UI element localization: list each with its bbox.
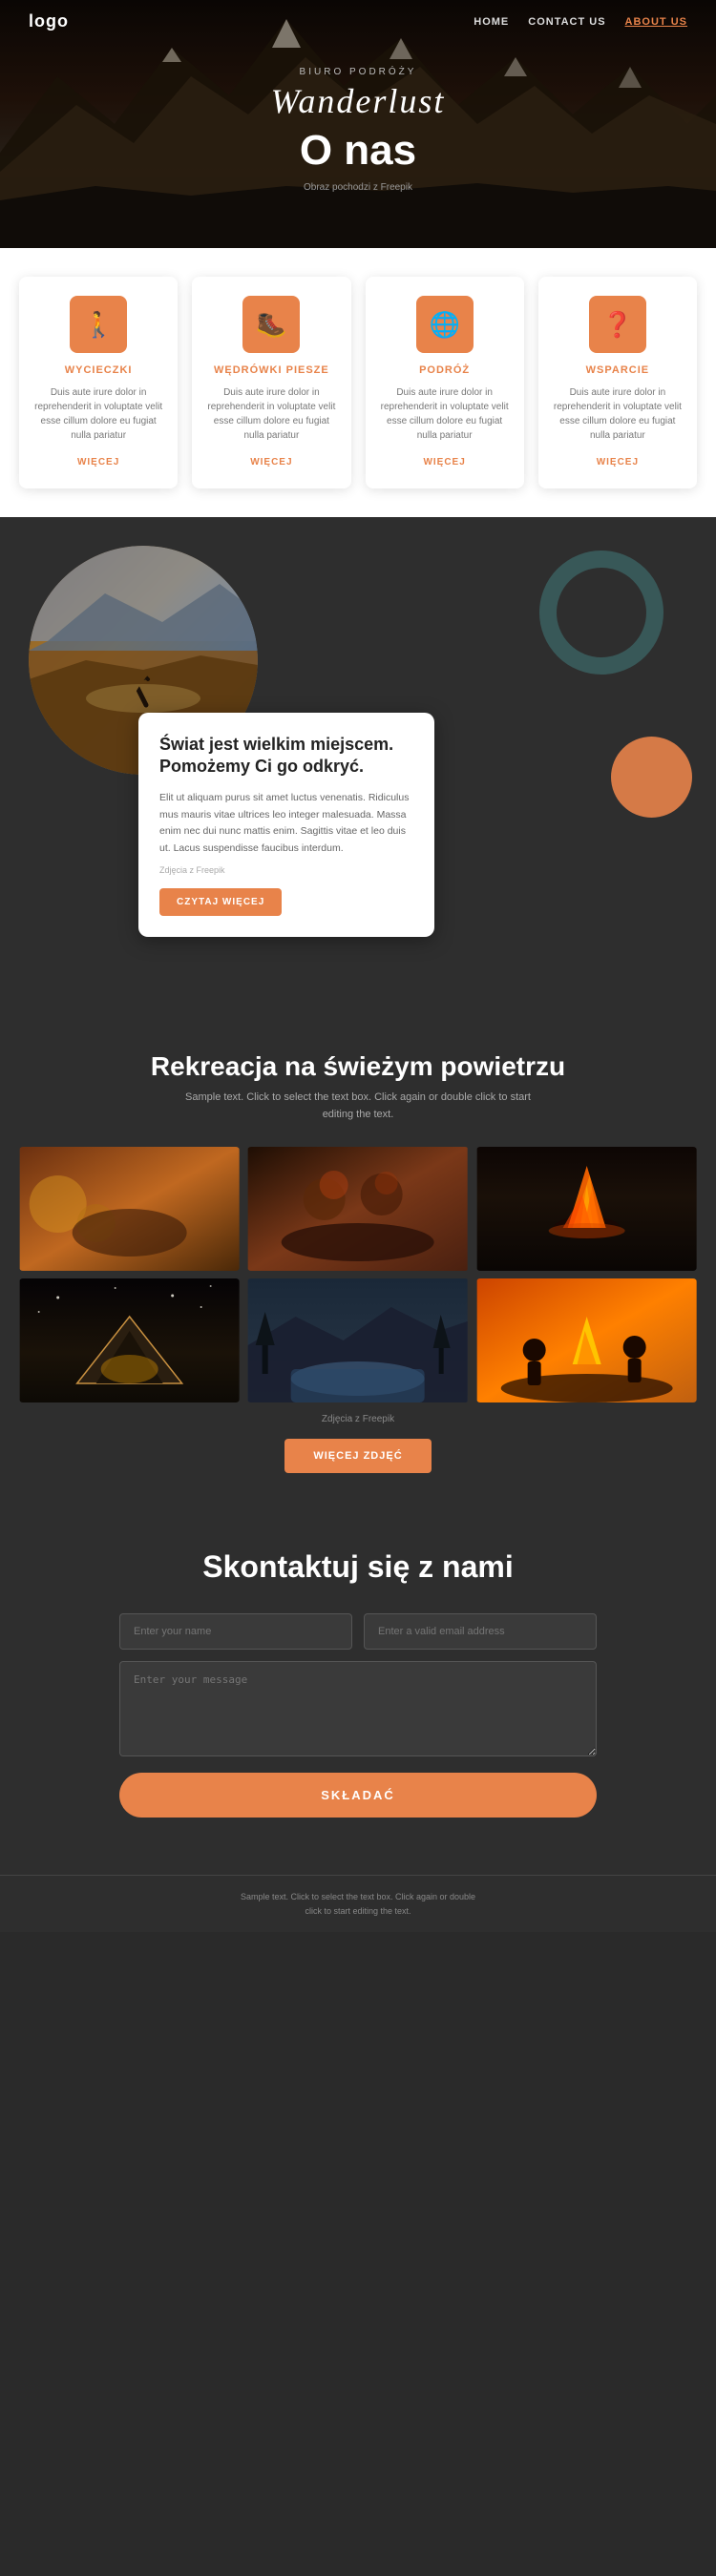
gallery-item[interactable] bbox=[247, 1147, 468, 1271]
about-read-more-btn[interactable]: CZYTAJ WIĘCEJ bbox=[159, 888, 282, 916]
gallery-item[interactable] bbox=[19, 1278, 240, 1402]
nav-logo: logo bbox=[29, 11, 69, 31]
about-card: Świat jest wielkim miejscem. Pomożemy Ci… bbox=[138, 713, 434, 937]
about-section: Świat jest wielkim miejscem. Pomożemy Ci… bbox=[0, 517, 716, 1004]
card-icon-3: ❓ bbox=[602, 310, 633, 340]
card-0: 🚶 WYCIECZKI Duis aute irure dolor in rep… bbox=[19, 277, 178, 488]
card-text-1: Duis aute irure dolor in reprehenderit i… bbox=[206, 385, 336, 443]
card-1: 🥾 WĘDRÓWKI PIESZE Duis aute irure dolor … bbox=[192, 277, 350, 488]
card-icon-2: 🌐 bbox=[429, 310, 459, 340]
card-title-2: PODRÓŻ bbox=[380, 364, 510, 376]
gallery-title: Rekreacja na świeżym powietrzu bbox=[19, 1051, 697, 1082]
gallery-item[interactable] bbox=[476, 1147, 697, 1271]
gallery-item[interactable] bbox=[476, 1278, 697, 1402]
about-credit: Zdjęcia z Freepik bbox=[159, 865, 413, 875]
footer: Sample text. Click to select the text bo… bbox=[0, 1875, 716, 1932]
card-2: 🌐 PODRÓŻ Duis aute irure dolor in repreh… bbox=[366, 277, 524, 488]
contact-name-input[interactable] bbox=[119, 1613, 352, 1650]
gallery-more-btn[interactable]: WIĘCEJ ZDJĘĆ bbox=[284, 1439, 431, 1473]
about-card-title: Świat jest wielkim miejscem. Pomożemy Ci… bbox=[159, 734, 413, 779]
card-title-0: WYCIECZKI bbox=[33, 364, 163, 376]
gallery-section: Rekreacja na świeżym powietrzu Sample te… bbox=[0, 1004, 716, 1502]
contact-message-input[interactable] bbox=[119, 1661, 597, 1756]
footer-text: Sample text. Click to select the text bo… bbox=[14, 1890, 702, 1918]
gallery-credit: Zdjęcia z Freepik bbox=[19, 1414, 697, 1424]
gallery-item[interactable] bbox=[247, 1278, 468, 1402]
card-title-1: WĘDRÓWKI PIESZE bbox=[206, 364, 336, 376]
card-text-3: Duis aute irure dolor in reprehenderit i… bbox=[553, 385, 683, 443]
card-icon-wrap-3: ❓ bbox=[589, 296, 646, 353]
nav-contact[interactable]: CONTACT US bbox=[528, 16, 605, 28]
gallery-item[interactable] bbox=[19, 1147, 240, 1271]
card-icon-wrap-0: 🚶 bbox=[70, 296, 127, 353]
navbar: logo HOME CONTACT US ABOUT US bbox=[0, 0, 716, 43]
nav-links: HOME CONTACT US ABOUT US bbox=[474, 16, 687, 28]
card-icon-wrap-2: 🌐 bbox=[416, 296, 474, 353]
hero-credit: Obraz pochodzi z Freepik bbox=[0, 182, 716, 193]
contact-title: Skontaktuj się z nami bbox=[19, 1549, 697, 1585]
hero-title: O nas bbox=[0, 127, 716, 175]
deco-circle-teal bbox=[539, 551, 663, 675]
card-link-0[interactable]: WIĘCEJ bbox=[77, 457, 119, 467]
card-icon-0: 🚶 bbox=[83, 310, 114, 340]
gallery-subtitle: Sample text. Click to select the text bo… bbox=[19, 1090, 697, 1123]
card-text-2: Duis aute irure dolor in reprehenderit i… bbox=[380, 385, 510, 443]
contact-submit-btn[interactable]: SKŁADAĆ bbox=[119, 1773, 597, 1818]
card-3: ❓ WSPARCIE Duis aute irure dolor in repr… bbox=[538, 277, 697, 488]
deco-circle-orange bbox=[611, 737, 692, 818]
card-link-1[interactable]: WIĘCEJ bbox=[250, 457, 292, 467]
card-text-0: Duis aute irure dolor in reprehenderit i… bbox=[33, 385, 163, 443]
card-icon-wrap-1: 🥾 bbox=[242, 296, 300, 353]
nav-about[interactable]: ABOUT US bbox=[625, 16, 687, 28]
hero-credit-link[interactable]: Freepik bbox=[381, 182, 412, 193]
gallery-credit-link[interactable]: Freepik bbox=[363, 1414, 394, 1424]
nav-home[interactable]: HOME bbox=[474, 16, 509, 28]
hero-brand: Wanderlust bbox=[0, 81, 716, 121]
gallery-grid bbox=[19, 1147, 697, 1402]
about-card-text: Elit ut aliquam purus sit amet luctus ve… bbox=[159, 790, 413, 858]
card-link-2[interactable]: WIĘCEJ bbox=[423, 457, 465, 467]
contact-form: SKŁADAĆ bbox=[119, 1613, 597, 1818]
cards-grid: 🚶 WYCIECZKI Duis aute irure dolor in rep… bbox=[19, 277, 697, 488]
card-link-3[interactable]: WIĘCEJ bbox=[597, 457, 639, 467]
hero-agency: BIURO PODRÓŻY bbox=[0, 67, 716, 77]
card-icon-1: 🥾 bbox=[256, 310, 286, 340]
card-title-3: WSPARCIE bbox=[553, 364, 683, 376]
cards-section: 🚶 WYCIECZKI Duis aute irure dolor in rep… bbox=[0, 248, 716, 517]
contact-section: Skontaktuj się z nami SKŁADAĆ bbox=[0, 1502, 716, 1875]
contact-email-input[interactable] bbox=[364, 1613, 597, 1650]
